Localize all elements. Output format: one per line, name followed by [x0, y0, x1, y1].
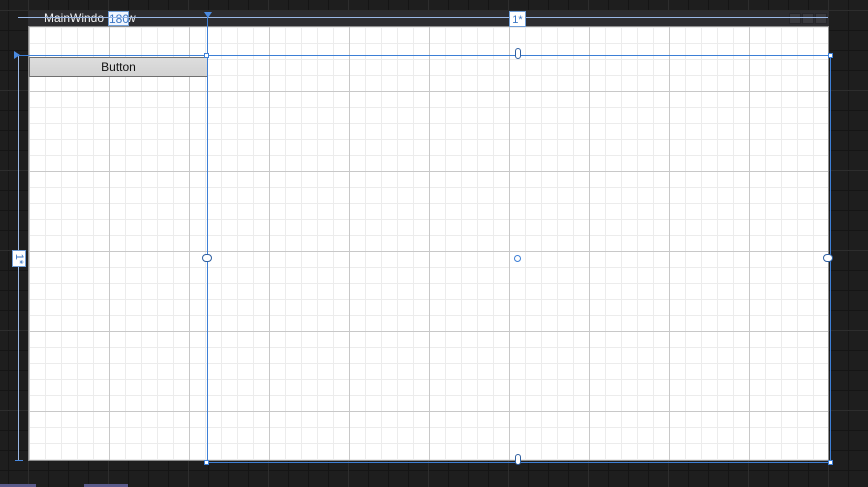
- column-ruler-line: [18, 17, 828, 18]
- resize-handle-icon[interactable]: [204, 460, 209, 465]
- resize-handle-icon[interactable]: [828, 53, 833, 58]
- window-title: MainWindo: [44, 11, 105, 25]
- column-width-input[interactable]: 180: [108, 11, 129, 26]
- resize-handle-icon[interactable]: [828, 460, 833, 465]
- button-control[interactable]: Button: [29, 57, 208, 77]
- anchor-icon[interactable]: [823, 254, 833, 262]
- design-surface[interactable]: [28, 26, 829, 461]
- row-star-label: 1*: [13, 253, 25, 265]
- row-ruler-end-tick: [15, 460, 23, 461]
- window-title-bar[interactable]: [28, 11, 829, 27]
- anchor-icon[interactable]: [202, 254, 212, 262]
- column-divider-line[interactable]: [207, 17, 208, 461]
- column-star-size[interactable]: 1*: [509, 11, 526, 27]
- anchor-icon[interactable]: [515, 454, 521, 465]
- window-minimize-icon[interactable]: [789, 13, 801, 24]
- row-star-size[interactable]: 1*: [12, 250, 26, 267]
- column-divider-marker-icon[interactable]: [204, 12, 212, 18]
- window-close-icon[interactable]: [815, 13, 827, 24]
- resize-handle-icon[interactable]: [204, 53, 209, 58]
- center-handle-icon[interactable]: [514, 255, 521, 262]
- anchor-icon[interactable]: [515, 48, 521, 59]
- selection-top-edge: [18, 55, 831, 56]
- window-maximize-icon[interactable]: [802, 13, 814, 24]
